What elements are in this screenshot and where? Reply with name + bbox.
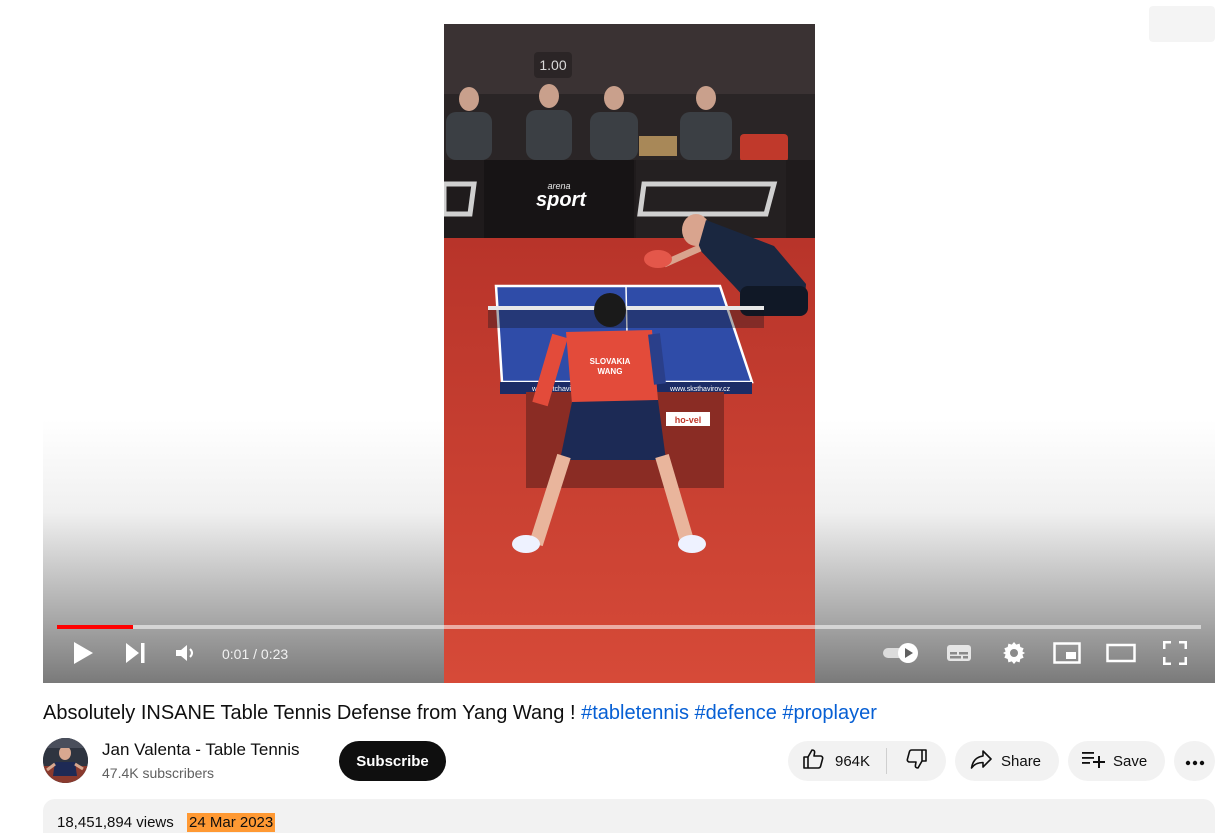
player-controls: 0:01 / 0:23 bbox=[43, 632, 1215, 682]
share-button[interactable]: Share bbox=[955, 741, 1059, 781]
like-count: 964K bbox=[835, 752, 871, 770]
more-actions-button[interactable] bbox=[1174, 741, 1215, 781]
hashtag-link[interactable]: #proplayer bbox=[782, 702, 877, 724]
hashtag-link[interactable]: #tabletennis bbox=[581, 702, 689, 724]
jersey-text-1: SLOVAKIA bbox=[590, 357, 631, 366]
like-button[interactable]: 964K bbox=[788, 741, 886, 781]
subscriber-count: 47.4K subscribers bbox=[102, 765, 215, 781]
playback-speed-badge: 1.00 bbox=[534, 52, 572, 78]
description-box[interactable]: 18,451,894 views 24 Mar 2023 bbox=[43, 799, 1215, 833]
gear-icon bbox=[1002, 641, 1026, 670]
sign-text: ho-vel bbox=[675, 415, 702, 425]
video-title: Absolutely INSANE Table Tennis Defense f… bbox=[43, 700, 877, 726]
miniplayer-icon bbox=[1053, 641, 1081, 669]
playlist-add-icon bbox=[1081, 747, 1105, 775]
thumbs-down-icon bbox=[905, 747, 929, 775]
subscribe-button[interactable]: Subscribe bbox=[339, 741, 446, 781]
theater-mode-button[interactable] bbox=[1101, 632, 1141, 678]
autoplay-toggle-icon bbox=[882, 642, 920, 669]
current-time: 0:01 bbox=[222, 646, 250, 662]
theater-mode-icon bbox=[1106, 643, 1136, 668]
hashtag-link[interactable]: #defence bbox=[695, 702, 777, 724]
volume-icon bbox=[175, 643, 197, 668]
subtitles-button[interactable] bbox=[939, 632, 979, 678]
channel-name[interactable]: Jan Valenta - Table Tennis bbox=[102, 740, 300, 760]
time-display: 0:01 / 0:23 bbox=[222, 646, 288, 662]
share-label: Share bbox=[1001, 752, 1042, 770]
play-icon bbox=[72, 641, 94, 670]
upload-date: 24 Mar 2023 bbox=[187, 813, 276, 832]
channel-avatar[interactable] bbox=[43, 738, 88, 783]
share-arrow-icon bbox=[969, 747, 993, 775]
subtitles-icon bbox=[946, 643, 972, 668]
next-icon bbox=[124, 642, 146, 669]
progress-bar-played bbox=[57, 625, 133, 629]
like-dislike-group: 964K bbox=[788, 741, 946, 781]
settings-button[interactable] bbox=[994, 632, 1034, 678]
progress-bar[interactable] bbox=[57, 625, 1201, 629]
miniplayer-button[interactable] bbox=[1047, 632, 1087, 678]
view-count: 18,451,894 views bbox=[57, 814, 174, 831]
video-player[interactable]: arena sport www.ntchavirov.cz www.skstha… bbox=[43, 0, 1215, 683]
play-button[interactable] bbox=[65, 632, 101, 678]
dislike-button[interactable] bbox=[887, 741, 946, 781]
jersey-text-2: WANG bbox=[598, 367, 623, 376]
video-title-text: Absolutely INSANE Table Tennis Defense f… bbox=[43, 702, 582, 724]
banner-text: sport bbox=[536, 189, 587, 211]
table-text-right: www.sksthavirov.cz bbox=[669, 386, 731, 393]
save-button[interactable]: Save bbox=[1068, 741, 1165, 781]
thumbs-up-icon bbox=[801, 747, 825, 775]
video-frame[interactable]: arena sport www.ntchavirov.cz www.skstha… bbox=[444, 24, 815, 683]
volume-button[interactable] bbox=[169, 632, 203, 678]
more-horizontal-icon bbox=[1185, 753, 1205, 770]
fullscreen-button[interactable] bbox=[1155, 632, 1195, 678]
autoplay-toggle[interactable] bbox=[879, 632, 923, 678]
save-label: Save bbox=[1113, 752, 1148, 770]
next-button[interactable] bbox=[117, 632, 153, 678]
time-separator: / bbox=[249, 646, 261, 662]
top-right-overlay bbox=[1149, 6, 1215, 42]
duration: 0:23 bbox=[260, 646, 289, 662]
video-scene: arena sport www.ntchavirov.cz www.skstha… bbox=[444, 24, 815, 683]
fullscreen-icon bbox=[1162, 640, 1188, 670]
